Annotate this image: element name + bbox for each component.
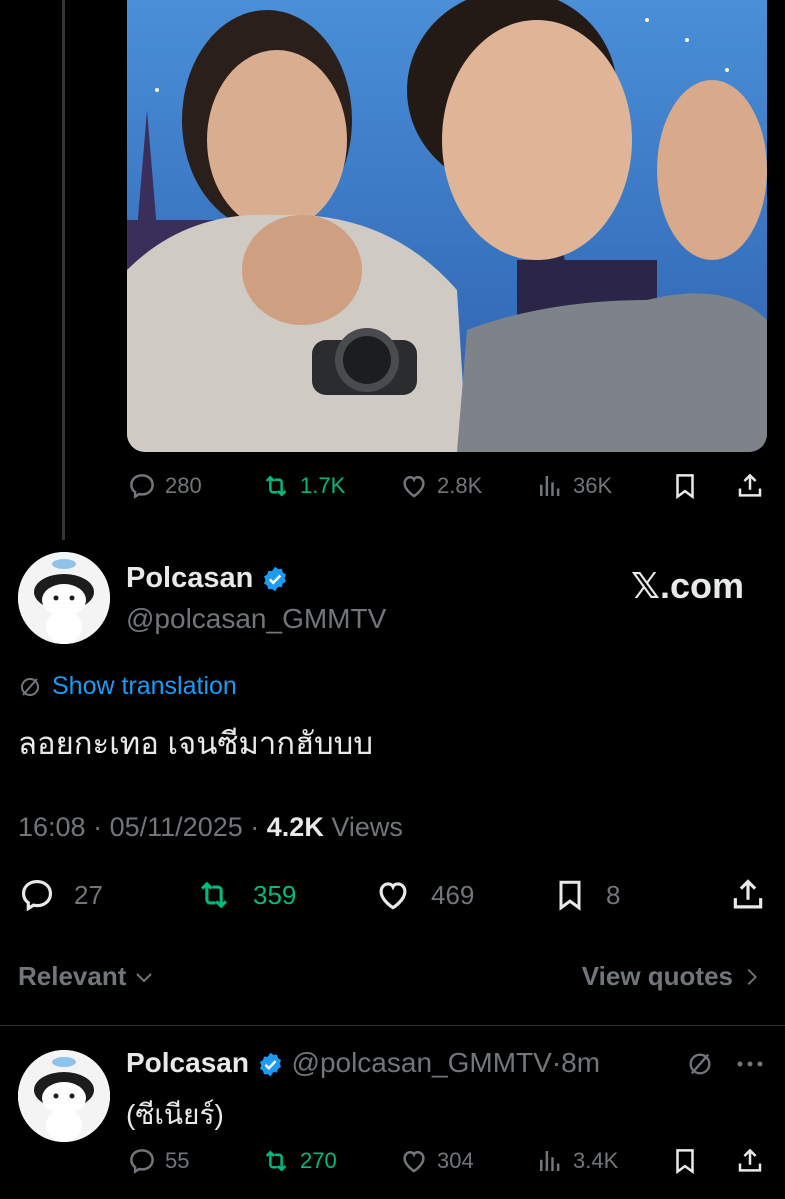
- bookmark-count: 8: [606, 879, 621, 910]
- views-total: 4.2K: [266, 812, 324, 842]
- orca-mascot-icon: [18, 1050, 110, 1142]
- share-button[interactable]: [729, 876, 767, 914]
- views-icon: [540, 1151, 560, 1171]
- tweet-date[interactable]: 05/11/2025: [110, 812, 243, 842]
- heart-icon: [403, 475, 425, 498]
- verified-badge-icon: [264, 567, 287, 592]
- display-name[interactable]: Polcasan: [126, 562, 289, 595]
- divider: [0, 1025, 785, 1026]
- retweet-button[interactable]: 270: [260, 1146, 337, 1176]
- bookmark-button[interactable]: [670, 471, 700, 501]
- views-button[interactable]: 3.4K: [535, 1146, 618, 1176]
- retweet-icon: [265, 475, 287, 497]
- reply-button[interactable]: 280: [127, 471, 202, 501]
- reply-button[interactable]: 27: [18, 876, 103, 914]
- like-count: 304: [437, 1148, 474, 1173]
- tweet-time[interactable]: 16:08: [18, 812, 86, 842]
- reply-header: Polcasan @polcasan_GMMTV·8m: [126, 1047, 601, 1078]
- bookmark-button[interactable]: 8: [552, 876, 620, 914]
- reply-count: 280: [165, 473, 202, 498]
- chevron-right-icon: [747, 968, 757, 985]
- more-options-button[interactable]: [735, 1052, 765, 1081]
- reply-count: 27: [74, 879, 103, 910]
- chevron-down-icon: [136, 972, 153, 982]
- sort-replies-dropdown[interactable]: Relevant: [18, 961, 156, 992]
- like-button[interactable]: 304: [399, 1146, 474, 1176]
- share-icon: [733, 879, 763, 909]
- views-label: Views: [331, 812, 403, 842]
- reply-handle[interactable]: @polcasan_GMMTV: [292, 1047, 552, 1078]
- share-button[interactable]: [735, 471, 765, 501]
- retweet-count: 359: [253, 879, 297, 910]
- reply-icon: [130, 1149, 154, 1174]
- parent-action-bar: 280 1.7K 2.8K 36K: [127, 468, 767, 504]
- views-icon: [540, 476, 560, 496]
- retweet-count: 1.7K: [300, 473, 346, 498]
- retweet-icon: [265, 1150, 287, 1172]
- reply-action-bar: 55 270 304 3.4K: [127, 1143, 767, 1179]
- tweet-text: ลอยกะเทอ เจนซีมากฮับบบ: [18, 726, 374, 761]
- thread-connector-line: [62, 0, 65, 540]
- show-translation-link[interactable]: Show translation: [18, 672, 237, 701]
- x-watermark: 𝕏.com: [631, 565, 745, 606]
- reply-avatar[interactable]: [18, 1050, 110, 1142]
- reply-icon: [130, 474, 154, 499]
- reply-translate-button[interactable]: [686, 1050, 714, 1083]
- reply-icon: [21, 879, 53, 912]
- more-icon: [737, 1061, 763, 1067]
- heart-icon: [379, 882, 407, 910]
- bookmark-icon: [676, 474, 694, 500]
- retweet-count: 270: [300, 1148, 337, 1173]
- bookmark-button[interactable]: [670, 1146, 700, 1176]
- reply-count: 55: [165, 1148, 190, 1173]
- like-count: 2.8K: [437, 473, 483, 498]
- heart-icon: [403, 1150, 425, 1173]
- share-icon: [738, 1148, 762, 1172]
- retweet-icon: [201, 881, 227, 909]
- bookmark-icon: [559, 880, 581, 911]
- tweet-timestamp: 16:08 · 05/11/2025 · 4.2K Views: [18, 812, 403, 842]
- translate-icon: [21, 677, 39, 696]
- reply-text: (ซีเนียร์): [126, 1099, 224, 1130]
- share-button[interactable]: [735, 1146, 765, 1176]
- views-count: 36K: [573, 473, 613, 498]
- handle[interactable]: @polcasan_GMMTV: [126, 603, 386, 635]
- retweet-button[interactable]: 1.7K: [260, 471, 345, 501]
- bookmark-icon: [676, 1149, 694, 1175]
- like-count: 469: [431, 879, 475, 910]
- reply-time[interactable]: 8m: [561, 1047, 600, 1078]
- reply-button[interactable]: 55: [127, 1146, 189, 1176]
- like-button[interactable]: 2.8K: [399, 471, 482, 501]
- orca-mascot-icon: [18, 552, 110, 644]
- share-icon: [738, 473, 762, 497]
- views-button[interactable]: 36K: [535, 471, 612, 501]
- view-quotes-link[interactable]: View quotes: [582, 961, 763, 992]
- verified-badge-icon: [259, 1052, 281, 1077]
- translate-icon: [689, 1053, 711, 1075]
- like-button[interactable]: 469: [373, 876, 474, 914]
- reply-display-name[interactable]: Polcasan: [126, 1047, 249, 1078]
- main-action-bar: 27 359 469 8: [18, 874, 768, 916]
- views-count: 3.4K: [573, 1148, 619, 1173]
- retweet-button[interactable]: 359: [193, 876, 296, 914]
- tweet-photo[interactable]: [127, 0, 767, 452]
- avatar[interactable]: [18, 552, 110, 644]
